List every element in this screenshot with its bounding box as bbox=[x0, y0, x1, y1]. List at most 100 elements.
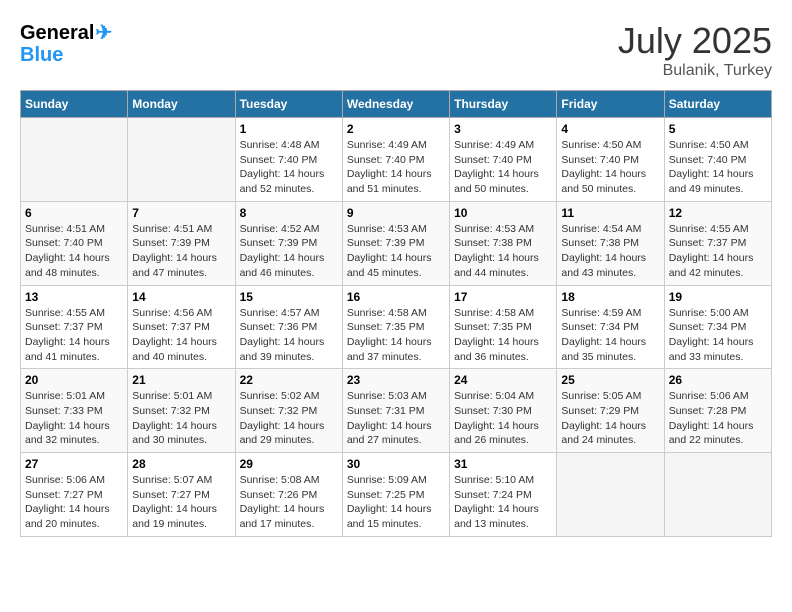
day-number: 5 bbox=[669, 122, 767, 136]
day-number: 9 bbox=[347, 206, 445, 220]
day-info: Sunrise: 4:54 AM Sunset: 7:38 PM Dayligh… bbox=[561, 222, 659, 281]
day-number: 13 bbox=[25, 290, 123, 304]
day-info: Sunrise: 5:05 AM Sunset: 7:29 PM Dayligh… bbox=[561, 389, 659, 448]
day-number: 18 bbox=[561, 290, 659, 304]
day-cell: 29Sunrise: 5:08 AM Sunset: 7:26 PM Dayli… bbox=[235, 453, 342, 537]
day-cell: 1 Sunrise: 4:48 AM Sunset: 7:40 PM Daylig… bbox=[235, 118, 342, 202]
day-info: Sunrise: 4:50 AM Sunset: 7:40 PM Dayligh… bbox=[669, 138, 767, 197]
day-cell: 30 Sunrise: 5:09 AM Sunset: 7:25 PM Dayli… bbox=[342, 453, 449, 537]
day-number: 20 bbox=[25, 373, 123, 387]
calendar-header-row: SundayMondayTuesdayWednesdayThursdayFrid… bbox=[21, 91, 772, 118]
day-cell: 2 Sunrise: 4:49 AM Sunset: 7:40 PM Daylig… bbox=[342, 118, 449, 202]
day-cell: 19 Sunrise: 5:00 AM Sunset: 7:34 PM Dayli… bbox=[664, 285, 771, 369]
day-info: Sunrise: 5:06 AM Sunset: 7:27 PM Dayligh… bbox=[25, 473, 123, 532]
day-number: 4 bbox=[561, 122, 659, 136]
day-info: Sunrise: 4:52 AM Sunset: 7:39 PM Dayligh… bbox=[240, 222, 338, 281]
day-number: 15 bbox=[240, 290, 338, 304]
day-number: 19 bbox=[669, 290, 767, 304]
day-info: Sunrise: 4:57 AM Sunset: 7:36 PM Dayligh… bbox=[240, 306, 338, 365]
day-info: Sunrise: 4:51 AM Sunset: 7:40 PM Dayligh… bbox=[25, 222, 123, 281]
day-number: 17 bbox=[454, 290, 552, 304]
day-info: Sunrise: 5:09 AM Sunset: 7:25 PM Dayligh… bbox=[347, 473, 445, 532]
week-row-4: 20Sunrise: 5:01 AM Sunset: 7:33 PM Dayli… bbox=[21, 369, 772, 453]
day-cell: 21Sunrise: 5:01 AM Sunset: 7:32 PM Dayli… bbox=[128, 369, 235, 453]
header-tuesday: Tuesday bbox=[235, 91, 342, 118]
week-row-5: 27 Sunrise: 5:06 AM Sunset: 7:27 PM Dayli… bbox=[21, 453, 772, 537]
day-number: 31 bbox=[454, 457, 552, 471]
header-monday: Monday bbox=[128, 91, 235, 118]
day-number: 24 bbox=[454, 373, 552, 387]
header-wednesday: Wednesday bbox=[342, 91, 449, 118]
day-number: 22 bbox=[240, 373, 338, 387]
day-info: Sunrise: 5:10 AM Sunset: 7:24 PM Dayligh… bbox=[454, 473, 552, 532]
day-cell bbox=[21, 118, 128, 202]
logo-bottom: Blue bbox=[20, 45, 112, 65]
day-cell: 9 Sunrise: 4:53 AM Sunset: 7:39 PM Daylig… bbox=[342, 201, 449, 285]
day-cell: 26 Sunrise: 5:06 AM Sunset: 7:28 PM Dayli… bbox=[664, 369, 771, 453]
day-cell bbox=[664, 453, 771, 537]
logo-top: General bbox=[20, 23, 94, 43]
day-info: Sunrise: 4:49 AM Sunset: 7:40 PM Dayligh… bbox=[347, 138, 445, 197]
day-cell: 14 Sunrise: 4:56 AM Sunset: 7:37 PM Dayli… bbox=[128, 285, 235, 369]
header-sunday: Sunday bbox=[21, 91, 128, 118]
day-cell: 5 Sunrise: 4:50 AM Sunset: 7:40 PM Daylig… bbox=[664, 118, 771, 202]
day-cell: 23 Sunrise: 5:03 AM Sunset: 7:31 PM Dayli… bbox=[342, 369, 449, 453]
day-info: Sunrise: 4:56 AM Sunset: 7:37 PM Dayligh… bbox=[132, 306, 230, 365]
day-number: 23 bbox=[347, 373, 445, 387]
day-info: Sunrise: 4:58 AM Sunset: 7:35 PM Dayligh… bbox=[347, 306, 445, 365]
week-row-3: 13 Sunrise: 4:55 AM Sunset: 7:37 PM Dayli… bbox=[21, 285, 772, 369]
day-cell: 4Sunrise: 4:50 AM Sunset: 7:40 PM Daylig… bbox=[557, 118, 664, 202]
day-number: 10 bbox=[454, 206, 552, 220]
day-cell: 16 Sunrise: 4:58 AM Sunset: 7:35 PM Dayli… bbox=[342, 285, 449, 369]
week-row-1: 1 Sunrise: 4:48 AM Sunset: 7:40 PM Daylig… bbox=[21, 118, 772, 202]
day-cell: 22Sunrise: 5:02 AM Sunset: 7:32 PM Dayli… bbox=[235, 369, 342, 453]
header-saturday: Saturday bbox=[664, 91, 771, 118]
header-friday: Friday bbox=[557, 91, 664, 118]
header: General ✈ Blue July 2025 Bulanik, Turkey bbox=[20, 20, 772, 80]
day-cell: 27 Sunrise: 5:06 AM Sunset: 7:27 PM Dayli… bbox=[21, 453, 128, 537]
day-info: Sunrise: 4:55 AM Sunset: 7:37 PM Dayligh… bbox=[25, 306, 123, 365]
day-number: 29 bbox=[240, 457, 338, 471]
day-info: Sunrise: 4:55 AM Sunset: 7:37 PM Dayligh… bbox=[669, 222, 767, 281]
day-info: Sunrise: 4:53 AM Sunset: 7:39 PM Dayligh… bbox=[347, 222, 445, 281]
day-number: 2 bbox=[347, 122, 445, 136]
day-info: Sunrise: 5:01 AM Sunset: 7:32 PM Dayligh… bbox=[132, 389, 230, 448]
header-thursday: Thursday bbox=[450, 91, 557, 118]
day-number: 6 bbox=[25, 206, 123, 220]
month-year: July 2025 bbox=[618, 20, 772, 62]
day-info: Sunrise: 4:48 AM Sunset: 7:40 PM Dayligh… bbox=[240, 138, 338, 197]
day-info: Sunrise: 4:51 AM Sunset: 7:39 PM Dayligh… bbox=[132, 222, 230, 281]
day-cell: 8Sunrise: 4:52 AM Sunset: 7:39 PM Daylig… bbox=[235, 201, 342, 285]
day-number: 26 bbox=[669, 373, 767, 387]
day-number: 3 bbox=[454, 122, 552, 136]
day-cell: 10 Sunrise: 4:53 AM Sunset: 7:38 PM Dayli… bbox=[450, 201, 557, 285]
day-number: 28 bbox=[132, 457, 230, 471]
bird-icon: ✈ bbox=[95, 20, 112, 45]
day-cell: 17Sunrise: 4:58 AM Sunset: 7:35 PM Dayli… bbox=[450, 285, 557, 369]
day-cell: 20Sunrise: 5:01 AM Sunset: 7:33 PM Dayli… bbox=[21, 369, 128, 453]
day-number: 16 bbox=[347, 290, 445, 304]
logo: General ✈ Blue bbox=[20, 20, 112, 65]
logo-block: General ✈ Blue bbox=[20, 20, 112, 65]
day-number: 7 bbox=[132, 206, 230, 220]
day-info: Sunrise: 5:00 AM Sunset: 7:34 PM Dayligh… bbox=[669, 306, 767, 365]
day-info: Sunrise: 5:06 AM Sunset: 7:28 PM Dayligh… bbox=[669, 389, 767, 448]
day-info: Sunrise: 4:59 AM Sunset: 7:34 PM Dayligh… bbox=[561, 306, 659, 365]
day-cell: 12Sunrise: 4:55 AM Sunset: 7:37 PM Dayli… bbox=[664, 201, 771, 285]
day-cell: 13 Sunrise: 4:55 AM Sunset: 7:37 PM Dayli… bbox=[21, 285, 128, 369]
day-number: 1 bbox=[240, 122, 338, 136]
day-info: Sunrise: 5:07 AM Sunset: 7:27 PM Dayligh… bbox=[132, 473, 230, 532]
title-block: July 2025 Bulanik, Turkey bbox=[618, 20, 772, 80]
day-cell: 11 Sunrise: 4:54 AM Sunset: 7:38 PM Dayli… bbox=[557, 201, 664, 285]
location: Bulanik, Turkey bbox=[618, 62, 772, 80]
day-info: Sunrise: 5:03 AM Sunset: 7:31 PM Dayligh… bbox=[347, 389, 445, 448]
day-number: 11 bbox=[561, 206, 659, 220]
day-number: 27 bbox=[25, 457, 123, 471]
day-number: 25 bbox=[561, 373, 659, 387]
day-info: Sunrise: 4:53 AM Sunset: 7:38 PM Dayligh… bbox=[454, 222, 552, 281]
day-cell: 3Sunrise: 4:49 AM Sunset: 7:40 PM Daylig… bbox=[450, 118, 557, 202]
day-cell: 18 Sunrise: 4:59 AM Sunset: 7:34 PM Dayli… bbox=[557, 285, 664, 369]
week-row-2: 6 Sunrise: 4:51 AM Sunset: 7:40 PM Daylig… bbox=[21, 201, 772, 285]
day-number: 14 bbox=[132, 290, 230, 304]
day-number: 30 bbox=[347, 457, 445, 471]
